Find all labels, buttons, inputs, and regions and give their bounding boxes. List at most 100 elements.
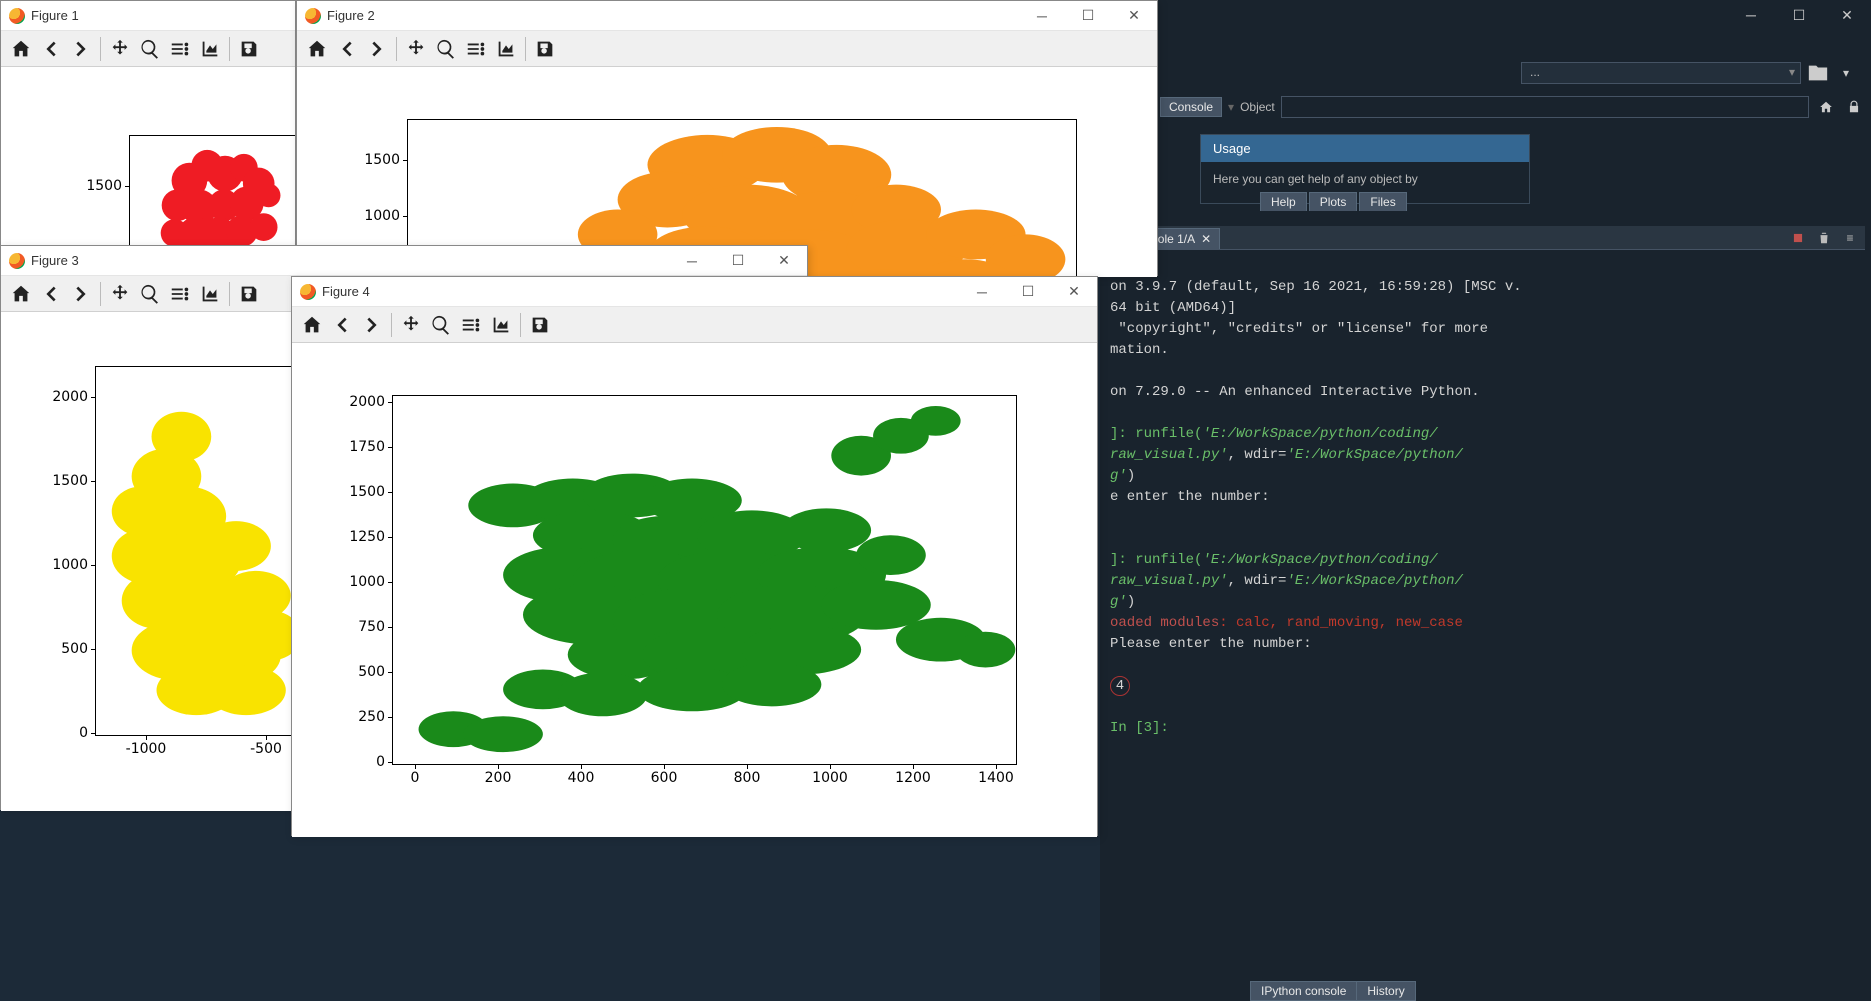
ipython-console[interactable]: on 3.9.7 (default, Sep 16 2021, 16:59:28… [1100, 250, 1865, 981]
usage-body: Here you can get help of any object by [1201, 162, 1529, 196]
ytick-label: 1500 [86, 178, 130, 194]
figure-2-titlebar[interactable]: Figure 2 ─ ☐ ✕ [297, 1, 1157, 31]
edit-axes-icon[interactable] [196, 280, 224, 308]
close-button[interactable]: ✕ [761, 246, 807, 276]
object-label: Object [1240, 100, 1275, 114]
figure-2-window: Figure 2 ─ ☐ ✕ 1500 1000 [296, 0, 1158, 276]
user-input-highlight: 4 [1110, 676, 1130, 696]
object-input[interactable] [1281, 96, 1809, 118]
edit-axes-icon[interactable] [196, 35, 224, 63]
ide-close-button[interactable]: ✕ [1823, 0, 1871, 30]
figure-4-scatter [419, 406, 1016, 752]
ide-bottom-tabs: IPython console History [1250, 981, 1416, 1001]
matplotlib-icon [305, 8, 321, 24]
zoom-icon[interactable] [432, 35, 460, 63]
zoom-icon[interactable] [427, 311, 455, 339]
save-icon[interactable] [235, 35, 263, 63]
home-icon[interactable] [7, 35, 35, 63]
figure-1-window: Figure 1 1500 [0, 0, 296, 245]
console-source-button[interactable]: Console [1160, 97, 1222, 117]
figure-2-toolbar [297, 31, 1157, 67]
home-icon[interactable] [298, 311, 326, 339]
figure-1-toolbar [1, 31, 295, 67]
edit-axes-icon[interactable] [492, 35, 520, 63]
ytick-label: 1750 [349, 439, 393, 455]
ide-topbar: ... ▾ [1100, 56, 1865, 90]
save-icon[interactable] [235, 280, 263, 308]
usage-title: Usage [1201, 135, 1529, 162]
zoom-icon[interactable] [136, 280, 164, 308]
close-button[interactable]: ✕ [1051, 277, 1097, 307]
figure-1-scatter [161, 150, 281, 246]
ide-pane-tabs: Help Plots Files [1260, 192, 1409, 211]
figure-1-canvas[interactable]: 1500 [1, 67, 295, 246]
maximize-button[interactable]: ☐ [1005, 277, 1051, 307]
console-tabrow: ☐ Console 1/A ✕ ≡ [1100, 226, 1865, 250]
figure-1-titlebar[interactable]: Figure 1 [1, 1, 295, 31]
forward-icon[interactable] [67, 280, 95, 308]
ide-path-dropdown[interactable]: ... [1521, 62, 1801, 84]
ytick-label: 1000 [349, 574, 393, 590]
home-icon[interactable] [1815, 96, 1837, 118]
menu-icon[interactable]: ≡ [1839, 227, 1861, 249]
ytick-label: 1500 [52, 473, 96, 489]
ide-panel: ─ ☐ ✕ ... ▾ Console ▾ Object Usage Here … [1100, 0, 1871, 1001]
ytick-label: 1500 [364, 152, 408, 168]
ide-window-controls: ─ ☐ ✕ [1727, 0, 1871, 30]
forward-icon[interactable] [363, 35, 391, 63]
close-icon[interactable]: ✕ [1201, 232, 1211, 246]
close-button[interactable]: ✕ [1111, 1, 1157, 31]
figure-4-titlebar[interactable]: Figure 4 ─ ☐ ✕ [292, 277, 1097, 307]
edit-axes-icon[interactable] [487, 311, 515, 339]
configure-icon[interactable] [166, 35, 194, 63]
maximize-button[interactable]: ☐ [715, 246, 761, 276]
zoom-icon[interactable] [136, 35, 164, 63]
figure-3-scatter [112, 412, 301, 715]
minimize-button[interactable]: ─ [669, 246, 715, 276]
figure-1-title: Figure 1 [31, 8, 295, 23]
stop-icon[interactable] [1787, 227, 1809, 249]
home-icon[interactable] [303, 35, 331, 63]
configure-icon[interactable] [166, 280, 194, 308]
pan-icon[interactable] [106, 280, 134, 308]
folder-open-icon[interactable] [1807, 62, 1829, 84]
figure-4-title: Figure 4 [322, 284, 959, 299]
ytick-label: 2000 [349, 394, 393, 410]
figure-4-window: Figure 4 ─ ☐ ✕ 2000 1750 1500 1250 1000 … [291, 276, 1098, 836]
ytick-label: 1000 [364, 208, 408, 224]
back-icon[interactable] [37, 280, 65, 308]
tab-plots[interactable]: Plots [1309, 192, 1358, 211]
minimize-button[interactable]: ─ [959, 277, 1005, 307]
matplotlib-icon [300, 284, 316, 300]
pan-icon[interactable] [397, 311, 425, 339]
save-icon[interactable] [531, 35, 559, 63]
forward-icon[interactable] [358, 311, 386, 339]
pan-icon[interactable] [106, 35, 134, 63]
pan-icon[interactable] [402, 35, 430, 63]
home-icon[interactable] [7, 280, 35, 308]
configure-icon[interactable] [457, 311, 485, 339]
tab-history[interactable]: History [1357, 981, 1415, 1001]
figure-3-title: Figure 3 [31, 253, 669, 268]
figure-4-toolbar [292, 307, 1097, 343]
ytick-label: 1000 [52, 557, 96, 573]
save-icon[interactable] [526, 311, 554, 339]
back-icon[interactable] [333, 35, 361, 63]
back-icon[interactable] [328, 311, 356, 339]
maximize-button[interactable]: ☐ [1065, 1, 1111, 31]
figure-4-canvas[interactable]: 2000 1750 1500 1250 1000 750 500 250 0 0… [292, 343, 1097, 837]
lock-icon[interactable] [1843, 96, 1865, 118]
matplotlib-icon [9, 253, 25, 269]
ide-maximize-button[interactable]: ☐ [1775, 0, 1823, 30]
figure-3-titlebar[interactable]: Figure 3 ─ ☐ ✕ [1, 246, 807, 276]
forward-icon[interactable] [67, 35, 95, 63]
trash-icon[interactable] [1813, 227, 1835, 249]
chevron-down-icon[interactable]: ▾ [1835, 62, 1857, 84]
tab-ipython-console[interactable]: IPython console [1250, 981, 1357, 1001]
minimize-button[interactable]: ─ [1019, 1, 1065, 31]
tab-files[interactable]: Files [1359, 192, 1406, 211]
tab-help[interactable]: Help [1260, 192, 1307, 211]
ide-minimize-button[interactable]: ─ [1727, 0, 1775, 30]
configure-icon[interactable] [462, 35, 490, 63]
back-icon[interactable] [37, 35, 65, 63]
